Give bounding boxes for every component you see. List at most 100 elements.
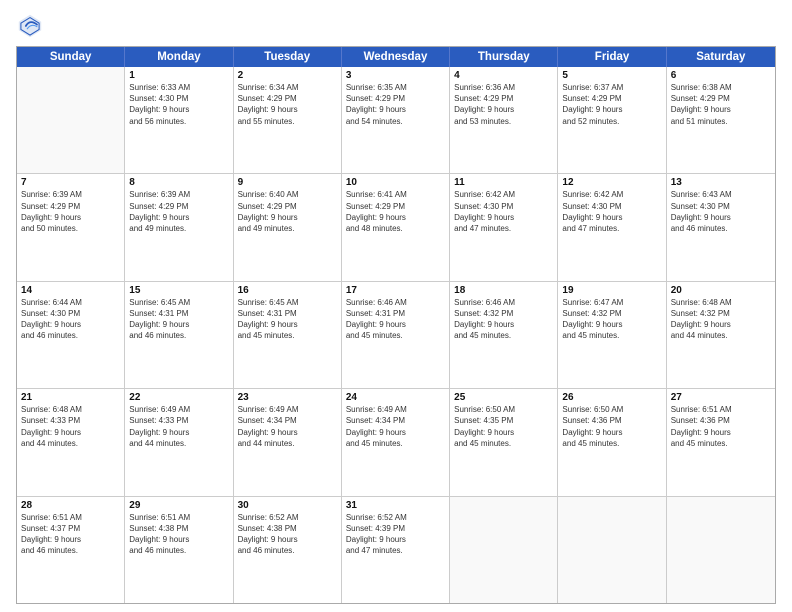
day-number: 11 [454,177,553,188]
calendar-cell-0-3: 3Sunrise: 6:35 AM Sunset: 4:29 PM Daylig… [342,67,450,173]
day-number: 15 [129,285,228,296]
calendar-cell-4-0: 28Sunrise: 6:51 AM Sunset: 4:37 PM Dayli… [17,497,125,603]
day-number: 26 [562,392,661,403]
day-info: Sunrise: 6:34 AM Sunset: 4:29 PM Dayligh… [238,82,337,127]
calendar-cell-4-1: 29Sunrise: 6:51 AM Sunset: 4:38 PM Dayli… [125,497,233,603]
calendar-cell-1-4: 11Sunrise: 6:42 AM Sunset: 4:30 PM Dayli… [450,174,558,280]
calendar-cell-3-6: 27Sunrise: 6:51 AM Sunset: 4:36 PM Dayli… [667,389,775,495]
day-info: Sunrise: 6:39 AM Sunset: 4:29 PM Dayligh… [129,189,228,234]
calendar-cell-1-3: 10Sunrise: 6:41 AM Sunset: 4:29 PM Dayli… [342,174,450,280]
day-number: 22 [129,392,228,403]
day-info: Sunrise: 6:49 AM Sunset: 4:33 PM Dayligh… [129,404,228,449]
day-number: 2 [238,70,337,81]
calendar-row-0: 1Sunrise: 6:33 AM Sunset: 4:30 PM Daylig… [17,67,775,173]
day-info: Sunrise: 6:33 AM Sunset: 4:30 PM Dayligh… [129,82,228,127]
calendar-cell-1-1: 8Sunrise: 6:39 AM Sunset: 4:29 PM Daylig… [125,174,233,280]
day-number: 7 [21,177,120,188]
calendar-cell-3-2: 23Sunrise: 6:49 AM Sunset: 4:34 PM Dayli… [234,389,342,495]
weekday-header-monday: Monday [125,47,233,67]
logo-icon [16,12,44,40]
calendar-cell-2-6: 20Sunrise: 6:48 AM Sunset: 4:32 PM Dayli… [667,282,775,388]
day-info: Sunrise: 6:51 AM Sunset: 4:38 PM Dayligh… [129,512,228,557]
calendar-cell-4-2: 30Sunrise: 6:52 AM Sunset: 4:38 PM Dayli… [234,497,342,603]
day-info: Sunrise: 6:40 AM Sunset: 4:29 PM Dayligh… [238,189,337,234]
day-info: Sunrise: 6:51 AM Sunset: 4:36 PM Dayligh… [671,404,771,449]
day-number: 21 [21,392,120,403]
day-info: Sunrise: 6:48 AM Sunset: 4:33 PM Dayligh… [21,404,120,449]
day-number: 13 [671,177,771,188]
day-number: 8 [129,177,228,188]
day-number: 14 [21,285,120,296]
calendar-cell-3-3: 24Sunrise: 6:49 AM Sunset: 4:34 PM Dayli… [342,389,450,495]
calendar-row-1: 7Sunrise: 6:39 AM Sunset: 4:29 PM Daylig… [17,173,775,280]
day-number: 29 [129,500,228,511]
weekday-header-sunday: Sunday [17,47,125,67]
calendar-cell-2-4: 18Sunrise: 6:46 AM Sunset: 4:32 PM Dayli… [450,282,558,388]
calendar-cell-3-1: 22Sunrise: 6:49 AM Sunset: 4:33 PM Dayli… [125,389,233,495]
calendar-cell-0-5: 5Sunrise: 6:37 AM Sunset: 4:29 PM Daylig… [558,67,666,173]
calendar-cell-4-5 [558,497,666,603]
day-number: 20 [671,285,771,296]
day-info: Sunrise: 6:38 AM Sunset: 4:29 PM Dayligh… [671,82,771,127]
day-info: Sunrise: 6:46 AM Sunset: 4:32 PM Dayligh… [454,297,553,342]
day-info: Sunrise: 6:37 AM Sunset: 4:29 PM Dayligh… [562,82,661,127]
calendar-cell-0-1: 1Sunrise: 6:33 AM Sunset: 4:30 PM Daylig… [125,67,233,173]
calendar-cell-2-3: 17Sunrise: 6:46 AM Sunset: 4:31 PM Dayli… [342,282,450,388]
day-number: 28 [21,500,120,511]
day-number: 25 [454,392,553,403]
day-info: Sunrise: 6:39 AM Sunset: 4:29 PM Dayligh… [21,189,120,234]
header [16,12,776,40]
day-number: 24 [346,392,445,403]
calendar-cell-4-3: 31Sunrise: 6:52 AM Sunset: 4:39 PM Dayli… [342,497,450,603]
calendar-row-3: 21Sunrise: 6:48 AM Sunset: 4:33 PM Dayli… [17,388,775,495]
day-info: Sunrise: 6:45 AM Sunset: 4:31 PM Dayligh… [238,297,337,342]
day-info: Sunrise: 6:52 AM Sunset: 4:39 PM Dayligh… [346,512,445,557]
day-number: 10 [346,177,445,188]
day-info: Sunrise: 6:35 AM Sunset: 4:29 PM Dayligh… [346,82,445,127]
day-number: 19 [562,285,661,296]
calendar-cell-2-2: 16Sunrise: 6:45 AM Sunset: 4:31 PM Dayli… [234,282,342,388]
day-info: Sunrise: 6:50 AM Sunset: 4:36 PM Dayligh… [562,404,661,449]
calendar-cell-4-4 [450,497,558,603]
day-info: Sunrise: 6:47 AM Sunset: 4:32 PM Dayligh… [562,297,661,342]
day-number: 4 [454,70,553,81]
calendar-body: 1Sunrise: 6:33 AM Sunset: 4:30 PM Daylig… [17,67,775,603]
calendar-cell-0-4: 4Sunrise: 6:36 AM Sunset: 4:29 PM Daylig… [450,67,558,173]
calendar-cell-0-0 [17,67,125,173]
calendar-cell-1-2: 9Sunrise: 6:40 AM Sunset: 4:29 PM Daylig… [234,174,342,280]
day-info: Sunrise: 6:44 AM Sunset: 4:30 PM Dayligh… [21,297,120,342]
day-number: 3 [346,70,445,81]
calendar-cell-3-0: 21Sunrise: 6:48 AM Sunset: 4:33 PM Dayli… [17,389,125,495]
calendar-cell-2-5: 19Sunrise: 6:47 AM Sunset: 4:32 PM Dayli… [558,282,666,388]
weekday-header-saturday: Saturday [667,47,775,67]
day-number: 23 [238,392,337,403]
day-number: 30 [238,500,337,511]
day-number: 16 [238,285,337,296]
day-info: Sunrise: 6:36 AM Sunset: 4:29 PM Dayligh… [454,82,553,127]
day-info: Sunrise: 6:52 AM Sunset: 4:38 PM Dayligh… [238,512,337,557]
calendar-cell-1-0: 7Sunrise: 6:39 AM Sunset: 4:29 PM Daylig… [17,174,125,280]
day-info: Sunrise: 6:49 AM Sunset: 4:34 PM Dayligh… [238,404,337,449]
page: SundayMondayTuesdayWednesdayThursdayFrid… [0,0,792,612]
day-info: Sunrise: 6:46 AM Sunset: 4:31 PM Dayligh… [346,297,445,342]
day-info: Sunrise: 6:42 AM Sunset: 4:30 PM Dayligh… [454,189,553,234]
day-number: 17 [346,285,445,296]
calendar-cell-3-4: 25Sunrise: 6:50 AM Sunset: 4:35 PM Dayli… [450,389,558,495]
calendar-cell-0-2: 2Sunrise: 6:34 AM Sunset: 4:29 PM Daylig… [234,67,342,173]
day-info: Sunrise: 6:42 AM Sunset: 4:30 PM Dayligh… [562,189,661,234]
day-info: Sunrise: 6:48 AM Sunset: 4:32 PM Dayligh… [671,297,771,342]
day-info: Sunrise: 6:41 AM Sunset: 4:29 PM Dayligh… [346,189,445,234]
day-info: Sunrise: 6:51 AM Sunset: 4:37 PM Dayligh… [21,512,120,557]
calendar-row-4: 28Sunrise: 6:51 AM Sunset: 4:37 PM Dayli… [17,496,775,603]
day-info: Sunrise: 6:49 AM Sunset: 4:34 PM Dayligh… [346,404,445,449]
day-number: 27 [671,392,771,403]
day-number: 12 [562,177,661,188]
calendar-cell-4-6 [667,497,775,603]
calendar-cell-1-5: 12Sunrise: 6:42 AM Sunset: 4:30 PM Dayli… [558,174,666,280]
weekday-header-wednesday: Wednesday [342,47,450,67]
day-info: Sunrise: 6:45 AM Sunset: 4:31 PM Dayligh… [129,297,228,342]
calendar-row-2: 14Sunrise: 6:44 AM Sunset: 4:30 PM Dayli… [17,281,775,388]
calendar-cell-1-6: 13Sunrise: 6:43 AM Sunset: 4:30 PM Dayli… [667,174,775,280]
calendar-cell-3-5: 26Sunrise: 6:50 AM Sunset: 4:36 PM Dayli… [558,389,666,495]
day-number: 9 [238,177,337,188]
